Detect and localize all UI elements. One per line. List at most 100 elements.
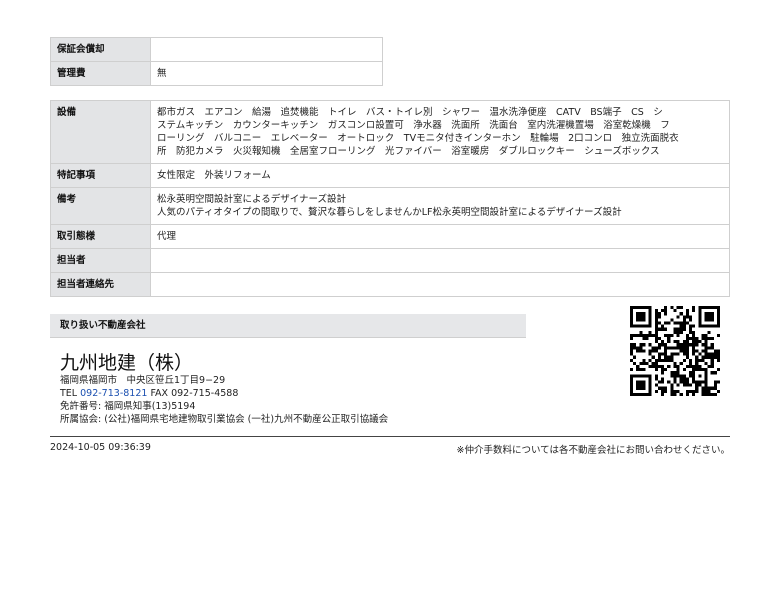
qr-module bbox=[698, 340, 702, 344]
qr-module bbox=[713, 306, 717, 310]
qr-module bbox=[633, 306, 637, 310]
qr-module bbox=[673, 380, 677, 384]
qr-module bbox=[654, 333, 658, 338]
qr-module bbox=[664, 368, 668, 372]
qr-module bbox=[710, 358, 714, 362]
qr-module bbox=[701, 337, 705, 341]
qr-module bbox=[654, 346, 658, 350]
qr-module bbox=[692, 346, 696, 350]
qr-module bbox=[654, 327, 658, 331]
qr-module bbox=[695, 386, 699, 390]
qr-module bbox=[639, 330, 643, 334]
qr-module bbox=[654, 383, 658, 387]
qr-module bbox=[713, 392, 717, 396]
qr-module bbox=[657, 321, 662, 325]
qr-module bbox=[636, 386, 640, 390]
qr-module bbox=[633, 333, 637, 338]
license-number: 免許番号: 福岡県知事(13)5194 bbox=[60, 401, 196, 412]
table-row: 取引態様 代理 bbox=[50, 224, 730, 249]
qr-module bbox=[661, 392, 665, 396]
qr-module bbox=[639, 318, 643, 322]
qr-module bbox=[648, 349, 652, 353]
special-notes-value: 女性限定 外装リフォーム bbox=[150, 163, 730, 188]
qr-module bbox=[661, 389, 665, 393]
qr-module bbox=[698, 324, 702, 328]
qr-module bbox=[704, 380, 708, 384]
deposit-amortization-value bbox=[150, 37, 383, 62]
qr-module bbox=[642, 343, 646, 347]
qr-module bbox=[682, 327, 686, 331]
qr-module bbox=[654, 312, 658, 316]
qr-module bbox=[716, 380, 720, 384]
qr-module bbox=[661, 309, 665, 313]
qr-module bbox=[713, 352, 717, 356]
qr-module bbox=[648, 315, 652, 319]
qr-module bbox=[707, 352, 711, 356]
qr-module bbox=[688, 383, 693, 387]
qr-module bbox=[648, 324, 652, 328]
qr-module bbox=[710, 312, 714, 316]
qr-module bbox=[716, 321, 720, 325]
qr-module bbox=[707, 318, 711, 322]
qr-module bbox=[679, 380, 683, 384]
qr-module bbox=[676, 327, 680, 331]
qr-module bbox=[679, 330, 683, 334]
qr-module bbox=[661, 386, 665, 390]
qr-module bbox=[630, 368, 634, 372]
qr-module bbox=[704, 306, 708, 310]
qr-module bbox=[657, 358, 662, 362]
qr-module bbox=[698, 309, 702, 313]
table-row: 設備 都市ガス エアコン 給湯 追焚機能 トイレ バス・トイレ別 シャワー 温水… bbox=[50, 100, 730, 164]
qr-module bbox=[716, 318, 720, 322]
qr-module bbox=[701, 392, 705, 396]
qr-module bbox=[639, 324, 643, 328]
qr-module bbox=[704, 324, 708, 328]
table-row: 管理費 無 bbox=[50, 61, 383, 86]
qr-module bbox=[682, 315, 686, 319]
qr-module bbox=[657, 315, 662, 319]
qr-module bbox=[676, 352, 680, 356]
qr-module bbox=[670, 333, 674, 338]
qr-module bbox=[670, 383, 674, 387]
qr-module bbox=[695, 389, 699, 393]
qr-module bbox=[704, 340, 708, 344]
qr-module bbox=[667, 380, 671, 384]
qr-module bbox=[654, 389, 658, 393]
qr-module bbox=[688, 337, 693, 341]
qr-module bbox=[654, 315, 658, 319]
remarks-label: 備考 bbox=[50, 187, 151, 225]
qr-module bbox=[682, 352, 686, 356]
qr-module bbox=[701, 358, 705, 362]
qr-module bbox=[713, 371, 717, 375]
qr-module bbox=[716, 333, 720, 338]
tel-link[interactable]: 092-713-8121 bbox=[80, 388, 147, 399]
qr-module bbox=[657, 380, 662, 384]
qr-module bbox=[701, 349, 705, 353]
qr-module bbox=[707, 306, 711, 310]
qr-module bbox=[688, 324, 693, 328]
table-row: 備考 松永英明空間設計室によるデザイナーズ設計 人気のパティオタイプの間取りで、… bbox=[50, 187, 730, 225]
qr-module bbox=[630, 309, 634, 313]
remarks-line: 松永英明空間設計室によるデザイナーズ設計 bbox=[157, 194, 347, 205]
qr-module bbox=[692, 352, 696, 356]
qr-module bbox=[642, 361, 646, 365]
qr-module bbox=[642, 333, 646, 338]
qr-module bbox=[636, 383, 640, 387]
qr-module bbox=[645, 361, 649, 365]
qr-module bbox=[630, 306, 634, 310]
qr-module bbox=[685, 312, 689, 316]
qr-module bbox=[648, 358, 652, 362]
qr-module bbox=[685, 321, 689, 325]
qr-module bbox=[698, 321, 702, 325]
qr-module bbox=[648, 306, 652, 310]
qr-module bbox=[673, 364, 677, 369]
qr-module bbox=[716, 312, 720, 316]
qr-module bbox=[704, 355, 708, 359]
qr-module bbox=[657, 364, 662, 369]
qr-module bbox=[630, 321, 634, 325]
qr-module bbox=[704, 371, 708, 375]
qr-module bbox=[636, 312, 640, 316]
qr-module bbox=[673, 374, 677, 378]
qr-module bbox=[692, 333, 696, 338]
qr-module bbox=[636, 364, 640, 369]
